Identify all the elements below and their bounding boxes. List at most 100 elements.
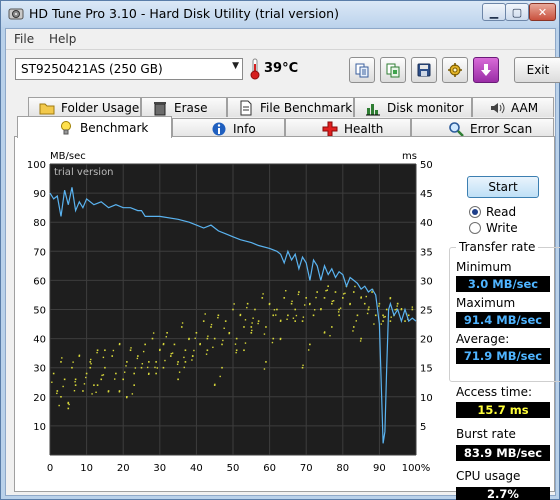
access-time-point (90, 358, 92, 361)
access-time-point (140, 366, 143, 369)
chevron-down-icon: ▼ (232, 61, 239, 71)
access-time-point (279, 338, 282, 341)
access-time-point (101, 374, 103, 377)
access-time-point (213, 337, 216, 340)
access-time-point (325, 290, 327, 292)
tab-label: Folder Usage (61, 100, 140, 115)
access-time-point (83, 383, 86, 385)
access-time-point (371, 291, 373, 293)
access-time-point (294, 308, 297, 311)
access-time-point (134, 367, 137, 369)
maximize-icon: ▢ (511, 5, 523, 19)
access-time-point (339, 307, 342, 309)
access-time-point (156, 367, 159, 369)
access-time-point (223, 327, 225, 329)
y-left-tick-label: 100 (27, 160, 46, 171)
access-time-point (148, 361, 150, 363)
minimum-value: 3.0 MB/sec (456, 276, 550, 292)
options-icon (448, 63, 462, 77)
access-time-point (130, 347, 132, 349)
access-time-point (384, 315, 386, 318)
menu-help[interactable]: Help (49, 32, 76, 46)
access-time-point (144, 343, 146, 346)
x-tick-label: 90 (373, 463, 386, 474)
read-radio[interactable]: Read (469, 205, 516, 219)
access-time-point (191, 359, 193, 361)
tab-disk-monitor[interactable]: Disk monitor (354, 97, 472, 117)
tab-aam[interactable]: AAM (472, 97, 554, 117)
access-time-point (378, 305, 380, 307)
minimize-icon: ▁ (489, 5, 499, 19)
drive-select[interactable]: ST9250421AS (250 GB) ▼ (15, 58, 243, 80)
access-time-point (177, 361, 179, 363)
access-time-point (354, 285, 356, 288)
access-time-point (332, 300, 335, 302)
x-tick-label: 40 (190, 463, 203, 474)
access-time-point (102, 374, 105, 376)
access-time-point (268, 303, 271, 306)
access-time-point (159, 348, 161, 351)
tab-health[interactable]: Health (285, 118, 411, 138)
y-left-tick-label: 70 (33, 247, 46, 258)
access-time-point (122, 378, 124, 381)
tab-erase[interactable]: Erase (141, 97, 227, 117)
access-time-point (359, 340, 362, 342)
access-time-point (374, 314, 377, 317)
access-time-point (164, 359, 166, 362)
burst-rate-value: 83.9 MB/sec (456, 445, 550, 461)
access-time-point (169, 355, 172, 357)
access-time-point (352, 291, 355, 293)
access-time-point (394, 309, 396, 311)
minimize-button[interactable]: ▁ (482, 3, 506, 21)
tab-benchmark[interactable]: Benchmark (17, 116, 172, 138)
download-button[interactable] (473, 57, 499, 83)
save-button[interactable] (411, 57, 437, 83)
access-time-point (107, 391, 110, 393)
access-time-point (221, 343, 223, 346)
access-time-point (382, 314, 384, 317)
options-button[interactable] (442, 57, 468, 83)
folder-icon (39, 103, 55, 114)
tab-file-benchmark[interactable]: File Benchmark (227, 97, 354, 117)
y-right-tick-label: 30 (420, 276, 433, 287)
access-time-point (250, 331, 253, 334)
start-button[interactable]: Start (467, 176, 539, 198)
copy-text-button[interactable] (349, 57, 375, 83)
client-area: File Help ST9250421AS (250 GB) ▼ 39°C Ex… (5, 28, 560, 500)
x-tick-label: 70 (300, 463, 313, 474)
maximize-button[interactable]: ▢ (505, 3, 529, 21)
access-time-point (63, 378, 66, 381)
y-right-tick-label: 35 (420, 247, 433, 258)
tab-info[interactable]: Info (172, 118, 285, 138)
access-time-point (378, 302, 381, 305)
access-time-point (62, 385, 64, 388)
access-time-point (342, 297, 344, 299)
access-time-point (301, 320, 304, 322)
access-time-point (165, 336, 167, 338)
access-time-point (304, 304, 306, 306)
access-time-point (102, 356, 105, 359)
tab-error-scan[interactable]: Error Scan (411, 118, 554, 138)
access-time-point (404, 320, 406, 322)
copy-screen-button[interactable] (380, 57, 406, 83)
access-time-point (90, 363, 92, 365)
x-ticks: 0 10 20 30 40 50 60 70 80 90 100% (47, 463, 430, 474)
y-right-tick-label: 45 (420, 189, 433, 200)
title-bar[interactable]: HD Tune Pro 3.10 - Hard Disk Utility (tr… (1, 1, 559, 27)
access-time-point (298, 291, 300, 293)
access-time-point (180, 326, 183, 328)
info-icon (212, 122, 226, 135)
access-time-point (67, 407, 70, 410)
write-radio[interactable]: Write (469, 221, 518, 235)
access-time-point (320, 308, 322, 310)
access-time-point (162, 342, 165, 345)
access-time-point (170, 352, 172, 355)
access-time-point (133, 372, 135, 375)
tab-folder-usage[interactable]: Folder Usage (28, 97, 141, 117)
close-button[interactable]: ✕ (529, 3, 556, 21)
access-time-point (191, 355, 194, 357)
menu-file[interactable]: File (14, 32, 34, 46)
exit-button[interactable]: Exit (514, 57, 560, 83)
access-time-point (123, 371, 126, 373)
access-time-point (292, 317, 295, 319)
